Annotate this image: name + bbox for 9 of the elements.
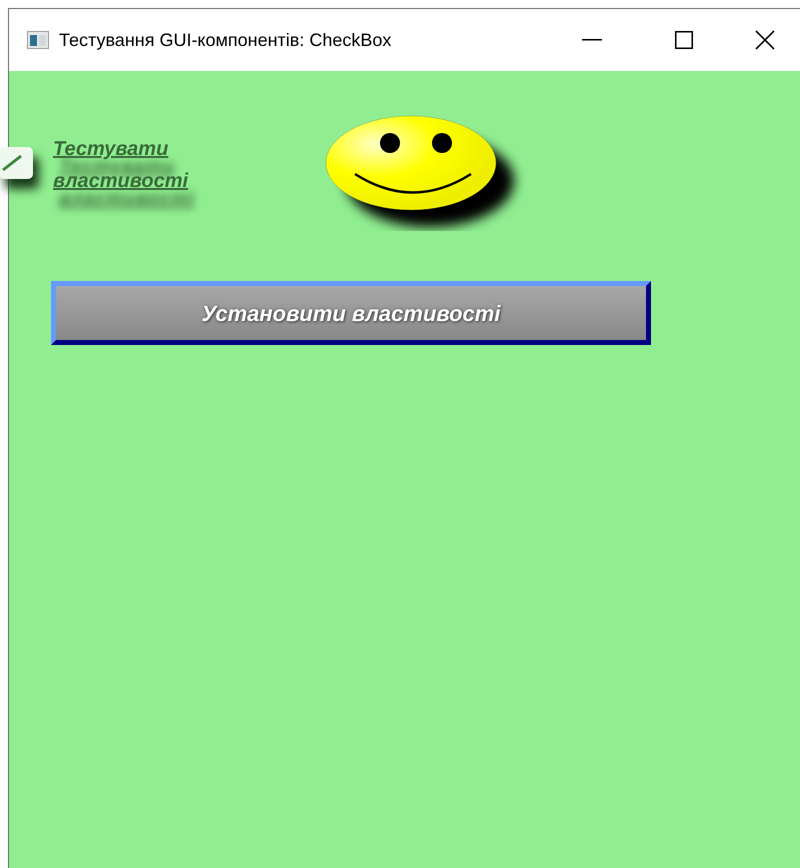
checkbox-label[interactable]: Тестувати властивості [53,133,303,197]
app-icon [27,31,49,49]
maximize-icon [675,31,693,49]
check-icon [1,154,23,172]
minimize-icon [582,39,602,41]
set-properties-button[interactable]: Установити властивості [51,281,651,345]
window-title: Тестування GUI-компонентів: CheckBox [59,28,392,52]
close-icon [755,30,775,50]
checkbox[interactable] [0,147,33,179]
